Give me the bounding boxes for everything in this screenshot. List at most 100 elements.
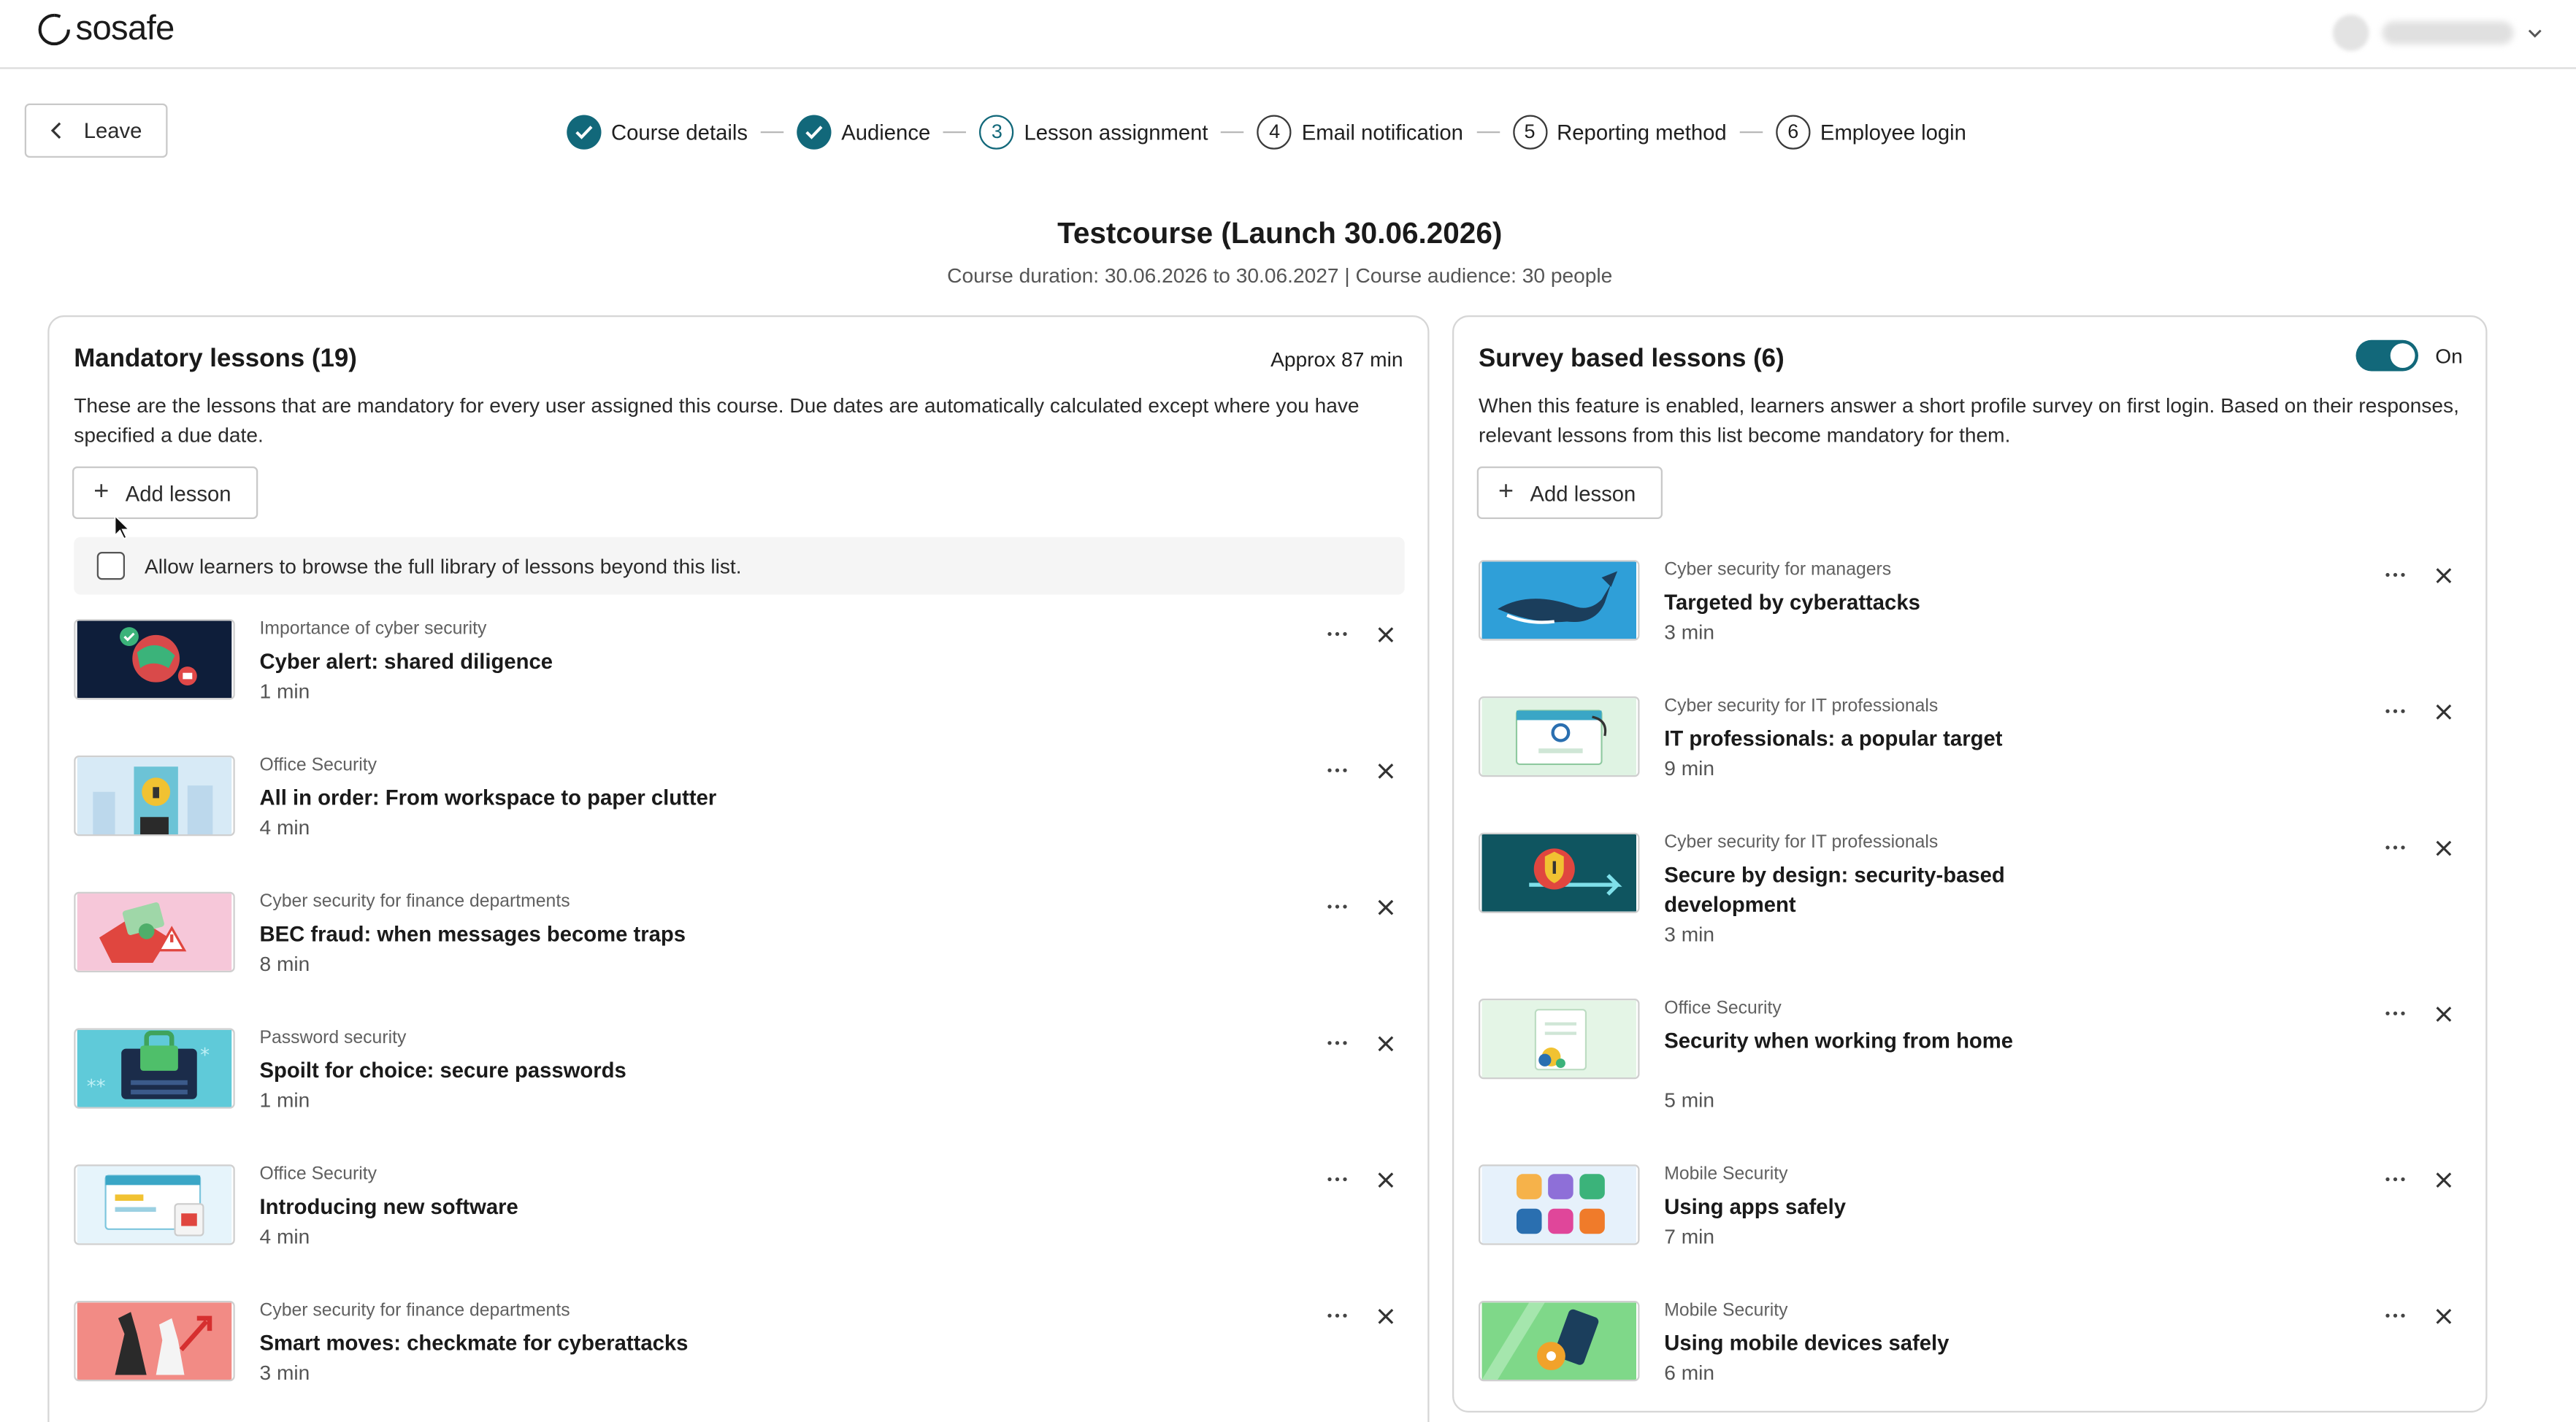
- more-options-icon[interactable]: [2380, 564, 2410, 587]
- step-course-details[interactable]: Course details: [567, 114, 748, 149]
- lesson-title: Spoilt for choice: secure passwords: [259, 1058, 626, 1083]
- lesson-duration: 1 min: [259, 680, 310, 704]
- mouse-cursor-icon: [114, 514, 130, 540]
- step-separator: [1221, 130, 1245, 133]
- lesson-category: Mobile Security: [1664, 1164, 1788, 1185]
- page-title: Testcourse (Launch 30.06.2026): [1057, 217, 1503, 250]
- lesson-title: Targeted by cyberattacks: [1664, 589, 1920, 615]
- check-icon: [797, 114, 832, 149]
- sosafe-logo[interactable]: sosafe: [37, 10, 175, 50]
- more-options-icon[interactable]: [1322, 623, 1352, 646]
- lesson-category: Office Security: [259, 1164, 377, 1185]
- course-summary: Course duration: 30.06.2026 to 30.06.202…: [947, 264, 1613, 288]
- remove-lesson-icon[interactable]: [1373, 1031, 1397, 1055]
- lesson-duration: 6 min: [1664, 1361, 1715, 1385]
- lesson-row[interactable]: Office Security All in order: From works…: [74, 756, 1408, 871]
- more-options-icon[interactable]: [2380, 836, 2410, 859]
- remove-lesson-icon[interactable]: [1373, 759, 1397, 783]
- lesson-row[interactable]: Cyber security for IT professionals IT p…: [1479, 696, 2464, 812]
- remove-lesson-icon[interactable]: [1373, 1304, 1397, 1328]
- add-lesson-button[interactable]: + Add lesson: [1476, 466, 1663, 519]
- lesson-row[interactable]: Cyber security for finance departments S…: [74, 1301, 1408, 1416]
- lesson-row[interactable]: ** * Password security Spoilt for choice:…: [74, 1028, 1408, 1144]
- lesson-title: BEC fraud: when messages become traps: [259, 921, 686, 946]
- lesson-category: Importance of cyber security: [259, 619, 487, 639]
- office-building-lock-thumbnail: [74, 756, 235, 837]
- logo-mark-icon: [38, 13, 70, 46]
- svg-text:**: **: [87, 1076, 106, 1098]
- more-options-icon[interactable]: [1322, 759, 1352, 783]
- top-bar: sosafe: [0, 0, 2576, 69]
- lesson-row[interactable]: Mobile Security Using mobile devices saf…: [1479, 1301, 2464, 1403]
- approx-duration: Approx 87 min: [1270, 348, 1403, 372]
- more-options-icon[interactable]: [1322, 895, 1352, 918]
- lesson-title: Cyber alert: shared diligence: [259, 648, 553, 674]
- cyber-alert-thumbnail: [74, 619, 235, 700]
- lesson-category: Cyber security for managers: [1664, 560, 1892, 580]
- more-options-icon[interactable]: [2380, 1168, 2410, 1191]
- more-options-icon[interactable]: [1322, 1031, 1352, 1055]
- lesson-category: Office Security: [1664, 999, 1782, 1018]
- remove-lesson-icon[interactable]: [1373, 1168, 1397, 1191]
- apps-grid-thumbnail: [1479, 1164, 1640, 1245]
- step-number: 5: [1512, 114, 1547, 149]
- step-audience[interactable]: Audience: [797, 114, 930, 149]
- remove-lesson-icon[interactable]: [1373, 623, 1397, 646]
- lesson-row[interactable]: Cyber security for IT professionals Secu…: [1479, 832, 2464, 977]
- lesson-category: Mobile Security: [1664, 1301, 1788, 1321]
- remove-lesson-icon[interactable]: [1373, 895, 1397, 918]
- step-label: Employee login: [1820, 119, 1966, 144]
- lesson-row[interactable]: Cyber security for managers Targeted by …: [1479, 560, 2464, 675]
- lesson-title: Smart moves: checkmate for cyberattacks: [259, 1330, 689, 1356]
- lesson-row[interactable]: Importance of cyber security Cyber alert…: [74, 619, 1408, 734]
- lesson-duration: 3 min: [259, 1361, 310, 1385]
- lesson-category: Cyber security for IT professionals: [1664, 696, 1939, 716]
- add-lesson-label: Add lesson: [1530, 480, 1636, 505]
- lesson-duration: 7 min: [1664, 1225, 1715, 1249]
- plus-icon: +: [93, 477, 110, 506]
- whale-thumbnail: [1479, 560, 1640, 641]
- step-employee-login[interactable]: 6 Employee login: [1776, 114, 1966, 149]
- leave-label: Leave: [83, 118, 142, 143]
- remove-lesson-icon[interactable]: [2431, 1002, 2455, 1026]
- survey-toggle-group: On: [2356, 339, 2463, 372]
- remove-lesson-icon[interactable]: [2431, 564, 2455, 587]
- more-options-icon[interactable]: [2380, 1304, 2410, 1328]
- lesson-category: Password security: [259, 1028, 407, 1048]
- lesson-duration: 3 min: [1664, 923, 1715, 947]
- browse-library-option: Allow learners to browse the full librar…: [74, 537, 1405, 595]
- logo-text: sosafe: [75, 9, 175, 48]
- check-icon: [567, 114, 602, 149]
- lesson-row[interactable]: Cyber security for finance departments B…: [74, 891, 1408, 1007]
- panel-description: When this feature is enabled, learners a…: [1479, 394, 2459, 447]
- step-lesson-assignment[interactable]: 3 Lesson assignment: [979, 114, 1208, 149]
- step-email-notification[interactable]: 4 Email notification: [1257, 114, 1463, 149]
- step-separator: [1476, 130, 1500, 133]
- step-reporting-method[interactable]: 5 Reporting method: [1512, 114, 1727, 149]
- lesson-title: Using mobile devices safely: [1664, 1330, 1950, 1356]
- survey-lessons-panel: Survey based lessons (6) On When this fe…: [1452, 315, 2488, 1413]
- more-options-icon[interactable]: [1322, 1304, 1352, 1328]
- avatar[interactable]: [2333, 15, 2369, 51]
- add-lesson-button[interactable]: + Add lesson: [72, 466, 258, 519]
- lesson-row[interactable]: Mobile Security Using apps safely 7 min: [1479, 1164, 2464, 1280]
- user-menu[interactable]: [2333, 15, 2543, 51]
- lesson-row[interactable]: Office Security Security when working fr…: [1479, 999, 2464, 1143]
- more-options-icon[interactable]: [2380, 1002, 2410, 1026]
- step-separator: [1739, 130, 1763, 133]
- more-options-icon[interactable]: [2380, 700, 2410, 723]
- browse-library-checkbox[interactable]: [96, 552, 125, 580]
- remove-lesson-icon[interactable]: [2431, 1168, 2455, 1191]
- lesson-row[interactable]: Office Security Introducing new software…: [74, 1164, 1408, 1280]
- remove-lesson-icon[interactable]: [2431, 1304, 2455, 1328]
- leave-button[interactable]: Leave: [24, 103, 168, 158]
- more-options-icon[interactable]: [1322, 1168, 1352, 1191]
- bec-fraud-thumbnail: [74, 891, 235, 972]
- chevron-down-icon[interactable]: [2527, 25, 2544, 42]
- lesson-title: All in order: From workspace to paper cl…: [259, 785, 717, 810]
- remove-lesson-icon[interactable]: [2431, 836, 2455, 859]
- lesson-title: IT professionals: a popular target: [1664, 726, 2003, 751]
- lesson-category: Cyber security for IT professionals: [1664, 832, 1939, 853]
- survey-toggle[interactable]: [2356, 339, 2419, 372]
- remove-lesson-icon[interactable]: [2431, 700, 2455, 723]
